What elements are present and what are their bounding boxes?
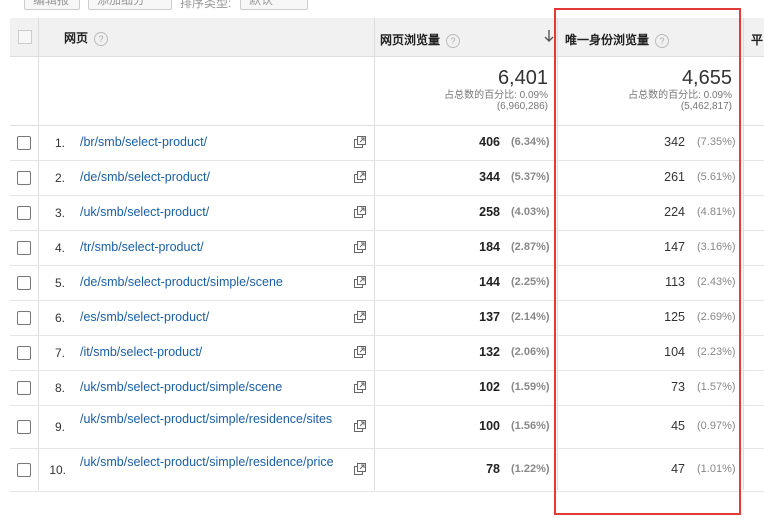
pageviews-percent: (1.59%)	[511, 380, 550, 393]
row-checkbox[interactable]	[17, 462, 31, 477]
help-icon[interactable]: ?	[94, 31, 109, 46]
row-checkbox[interactable]	[17, 380, 31, 395]
page-link[interactable]: /uk/smb/select-product/simple/residence/…	[80, 455, 352, 469]
pageviews-value: 100	[479, 418, 500, 433]
open-external-icon[interactable]	[354, 135, 366, 148]
total-pageviews: 6,401	[497, 67, 548, 89]
open-external-icon[interactable]	[354, 345, 366, 358]
row-index: 4.	[54, 240, 65, 255]
row-index: 3.	[54, 205, 65, 220]
pageviews-percent: (2.87%)	[511, 240, 550, 253]
row-index: 7.	[54, 345, 65, 360]
row-index: 5.	[54, 275, 65, 290]
sort-type-label: 排序类型:	[180, 0, 232, 10]
page-link[interactable]: /it/smb/select-product/	[80, 345, 352, 359]
open-external-icon[interactable]	[354, 462, 366, 475]
page-link[interactable]: /uk/smb/select-product/simple/scene	[80, 380, 352, 394]
pageviews-value: 344	[479, 169, 500, 184]
page-link[interactable]: /tr/smb/select-product/	[80, 240, 352, 254]
edit-report-button[interactable]: 编辑报告	[24, 0, 80, 10]
row-index: 6.	[54, 310, 65, 325]
pageviews-percent: (1.56%)	[511, 419, 550, 432]
sort-arrow-down-icon	[544, 30, 554, 42]
row-checkbox[interactable]	[17, 240, 31, 255]
sort-type-select[interactable]: 默认	[240, 0, 308, 10]
pageviews-value: 184	[479, 239, 500, 254]
help-icon[interactable]: ?	[446, 33, 461, 48]
pageviews-value: 144	[479, 274, 500, 289]
open-external-icon[interactable]	[354, 419, 366, 432]
total-pageviews-share: 占总数的百分比: 0.09% (6,960,286)	[444, 90, 548, 112]
pageviews-value: 78	[486, 461, 500, 476]
page-link[interactable]: /es/smb/select-product/	[80, 310, 352, 324]
column-header-pageviews[interactable]: 网页浏览量?	[374, 18, 557, 56]
row-checkbox[interactable]	[17, 275, 31, 290]
row-checkbox[interactable]	[17, 135, 31, 150]
pageviews-percent: (4.03%)	[511, 205, 550, 218]
add-segment-button[interactable]: 添加细分	[88, 0, 172, 10]
open-external-icon[interactable]	[354, 240, 366, 253]
pageviews-percent: (2.14%)	[511, 310, 550, 323]
highlight-box	[554, 8, 741, 515]
pageviews-value: 132	[479, 344, 500, 359]
row-checkbox[interactable]	[17, 345, 31, 360]
page-link[interactable]: /uk/smb/select-product/	[80, 205, 352, 219]
row-checkbox[interactable]	[17, 419, 31, 434]
open-external-icon[interactable]	[354, 310, 366, 323]
pageviews-percent: (2.06%)	[511, 345, 550, 358]
row-checkbox[interactable]	[17, 170, 31, 185]
select-all-checkbox[interactable]	[18, 30, 32, 44]
column-header-avg[interactable]: 平	[743, 18, 764, 56]
column-header-pageviews-label: 网页浏览量	[380, 33, 441, 47]
page-link[interactable]: /br/smb/select-product/	[80, 135, 352, 149]
row-index: 10.	[49, 462, 66, 477]
pageviews-percent: (6.34%)	[511, 135, 550, 148]
pageviews-value: 137	[479, 309, 500, 324]
open-external-icon[interactable]	[354, 275, 366, 288]
row-checkbox[interactable]	[17, 310, 31, 325]
row-index: 1.	[54, 135, 65, 150]
open-external-icon[interactable]	[354, 380, 366, 393]
pageviews-value: 406	[479, 134, 500, 149]
column-header-page[interactable]: 网页?	[38, 18, 374, 56]
page-link[interactable]: /de/smb/select-product/	[80, 170, 352, 184]
page-link[interactable]: /uk/smb/select-product/simple/residence/…	[80, 412, 352, 426]
row-index: 8.	[54, 380, 65, 395]
totals-pageviews: 6,401 占总数的百分比: 0.09% (6,960,286)	[374, 57, 548, 125]
open-external-icon[interactable]	[354, 170, 366, 183]
column-header-page-label: 网页	[64, 31, 89, 45]
pageviews-percent: (2.25%)	[511, 275, 550, 288]
row-index: 2.	[54, 170, 65, 185]
pageviews-value: 102	[479, 379, 500, 394]
row-checkbox[interactable]	[17, 205, 31, 220]
pageviews-percent: (5.37%)	[511, 170, 550, 183]
pageviews-value: 258	[479, 204, 500, 219]
open-external-icon[interactable]	[354, 205, 366, 218]
page-link[interactable]: /de/smb/select-product/simple/scene	[80, 275, 352, 289]
row-index: 9.	[54, 419, 65, 434]
column-header-avg-label: 平	[751, 33, 764, 47]
pageviews-percent: (1.22%)	[511, 462, 550, 475]
